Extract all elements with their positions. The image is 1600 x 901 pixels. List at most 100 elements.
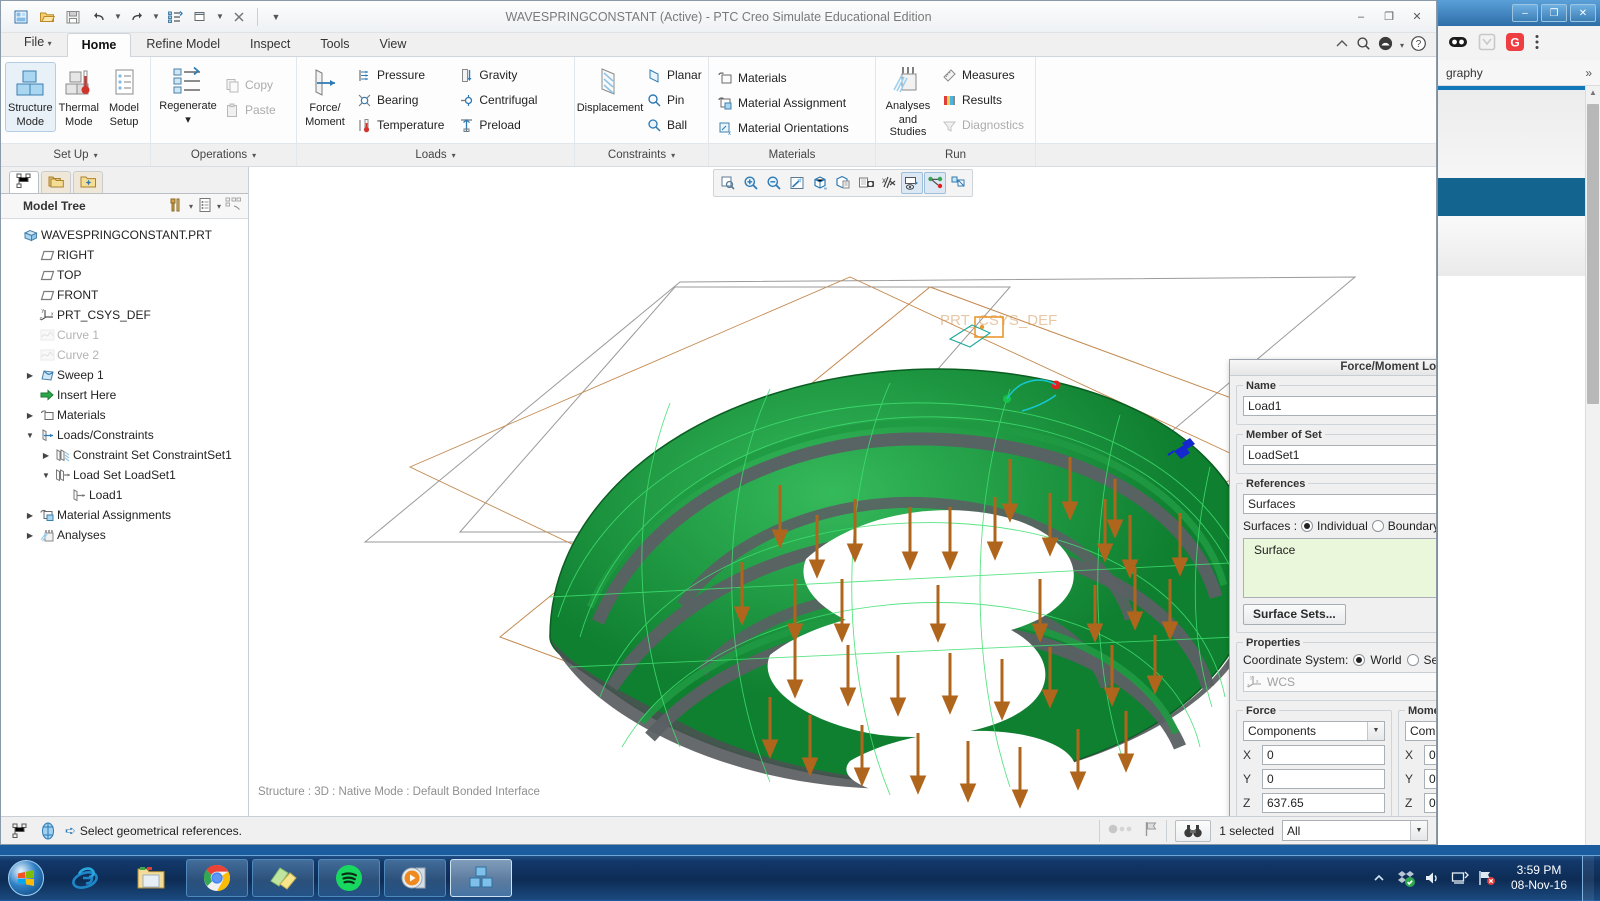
binoculars-icon[interactable] [1175,820,1211,842]
force-type-select[interactable]: Components ▼ [1243,721,1385,741]
tray-volume-icon[interactable] [1424,869,1442,887]
taskbar-media-player[interactable] [384,859,446,897]
tree-item[interactable]: Load1 [7,485,248,505]
regenerate-button[interactable]: Regenerate ▾ [155,62,221,130]
display-style-icon[interactable] [197,197,213,216]
loads-dropdown-icon[interactable]: ▾ [452,151,456,160]
tree-expander-icon[interactable]: ▶ [23,531,37,540]
measures-button[interactable]: Measures [938,63,1031,87]
references-type-select[interactable]: Surfaces ▼ [1243,494,1436,514]
copy-button[interactable]: Copy [221,73,283,97]
close-button[interactable]: ✕ [1404,7,1430,27]
group-title-operations[interactable]: Operations▾ [151,143,296,166]
display-style-shaded-icon[interactable] [809,172,831,194]
taskbar-chrome[interactable] [186,859,248,897]
group-title-constraints[interactable]: Constraints▾ [575,143,708,166]
tab-refine-model[interactable]: Refine Model [131,32,235,56]
refit-icon[interactable] [717,172,739,194]
tab-tools[interactable]: Tools [305,32,364,56]
moment-z-input[interactable]: 0 [1424,793,1436,813]
tree-item[interactable]: ▼Loads/Constraints [7,425,248,445]
mesh-display-icon[interactable] [947,172,969,194]
temperature-button[interactable]: Temperature [353,113,451,137]
tree-item[interactable]: ▶Material Assignments [7,505,248,525]
redo-dropdown-icon[interactable]: ▼ [151,6,161,28]
tree-item[interactable]: Insert Here [7,385,248,405]
moment-type-select[interactable]: Components ▼ [1405,721,1436,741]
ball-button[interactable]: Ball [643,113,709,137]
close-window-icon[interactable] [227,6,251,28]
tree-expander-icon[interactable]: ▶ [39,451,53,460]
taskbar-sticky-notes[interactable] [252,859,314,897]
moment-y-input[interactable]: 0 [1424,769,1436,789]
thermal-mode-button[interactable]: Thermal Mode [56,62,102,132]
selection-filter-dropdown-icon[interactable]: ▼ [1410,821,1427,840]
surfaces-individual-radio[interactable] [1301,520,1313,532]
operations-dropdown-icon[interactable]: ▾ [252,151,256,160]
saved-views-icon[interactable] [832,172,854,194]
help-icon[interactable]: ? [1411,36,1426,54]
group-title-setup[interactable]: Set Up▾ [1,143,150,166]
account-icon[interactable] [1378,36,1393,54]
planar-button[interactable]: Planar [643,63,709,87]
tree-item[interactable]: Curve 1 [7,325,248,345]
force-type-dropdown-icon[interactable]: ▼ [1367,722,1384,740]
tree-expander-icon[interactable]: ▼ [39,471,53,480]
favorites-tab[interactable] [73,171,103,193]
browser-toggle-icon[interactable] [37,820,59,842]
tree-item[interactable]: FRONT [7,285,248,305]
show-desktop-button[interactable] [1582,856,1594,901]
model-tree-tab[interactable] [9,171,39,193]
collapse-ribbon-icon[interactable] [1335,38,1349,52]
structure-mode-button[interactable]: Structure Mode [5,62,56,132]
undo-dropdown-icon[interactable]: ▼ [113,6,123,28]
tray-expand-icon[interactable] [1370,869,1388,887]
taskbar-creo[interactable] [450,859,512,897]
open-icon[interactable] [35,6,59,28]
minimize-button[interactable]: – [1348,7,1374,27]
force-moment-button[interactable]: Force/ Moment [301,62,349,132]
browser-minimize-button[interactable]: – [1512,4,1538,22]
taskbar-internet-explorer[interactable] [54,859,116,897]
browser-scrollbar[interactable]: ▲ [1585,86,1600,845]
extension-mask-icon[interactable] [1448,34,1468,53]
surfaces-boundary-radio[interactable] [1372,520,1384,532]
force-z-input[interactable]: 637.65 [1262,793,1385,813]
load-name-input[interactable]: Load1 [1243,396,1436,416]
csys-selected-radio[interactable] [1407,654,1419,666]
diagnostics-button[interactable]: Diagnostics [938,113,1031,137]
csys-world-label[interactable]: World [1370,653,1401,667]
window-icon[interactable] [189,6,213,28]
zoom-in-icon[interactable] [740,172,762,194]
taskbar-clock[interactable]: 3:59 PM 08-Nov-16 [1505,863,1573,893]
centrifugal-button[interactable]: Centrifugal [455,88,544,112]
window-dropdown-icon[interactable]: ▼ [215,6,225,28]
background-browser-window[interactable]: – ❐ ✕ G graphy » ▲ [1437,0,1600,845]
csys-field[interactable]: yzx WCS [1243,672,1436,692]
repaint-icon[interactable] [786,172,808,194]
displacement-button[interactable]: Displacement [579,62,641,118]
view-capture-icon[interactable] [855,172,877,194]
model-setup-button[interactable]: Model Setup [102,62,146,132]
paste-button[interactable]: Paste [221,98,283,122]
constraints-dropdown-icon[interactable]: ▾ [671,151,675,160]
graphics-viewport[interactable]: PRT_CSYS_DEF [249,167,1436,816]
preload-button[interactable]: Preload [455,113,544,137]
start-button[interactable] [0,857,52,899]
redo-icon[interactable] [125,6,149,28]
results-button[interactable]: Results [938,88,1031,112]
regenerate-icon[interactable] [163,6,187,28]
tree-item[interactable]: Curve 2 [7,345,248,365]
zoom-out-icon[interactable] [763,172,785,194]
flag-icon[interactable] [1144,821,1158,840]
datum-display-filters-icon[interactable]: x [878,172,900,194]
pin-button[interactable]: Pin [643,88,709,112]
surfaces-boundary-label[interactable]: Boundary [1388,519,1436,533]
surface-reference-list[interactable]: Surface [1243,538,1436,598]
taskbar-file-explorer[interactable] [120,859,182,897]
scroll-up-arrow-icon[interactable]: ▲ [1586,86,1600,97]
settings-dropdown-icon[interactable]: ▾ [189,202,193,211]
customize-qat-icon[interactable]: ▼ [264,6,288,28]
browser-bookmark-overflow-icon[interactable]: » [1585,66,1592,80]
force-x-input[interactable]: 0 [1262,745,1385,765]
